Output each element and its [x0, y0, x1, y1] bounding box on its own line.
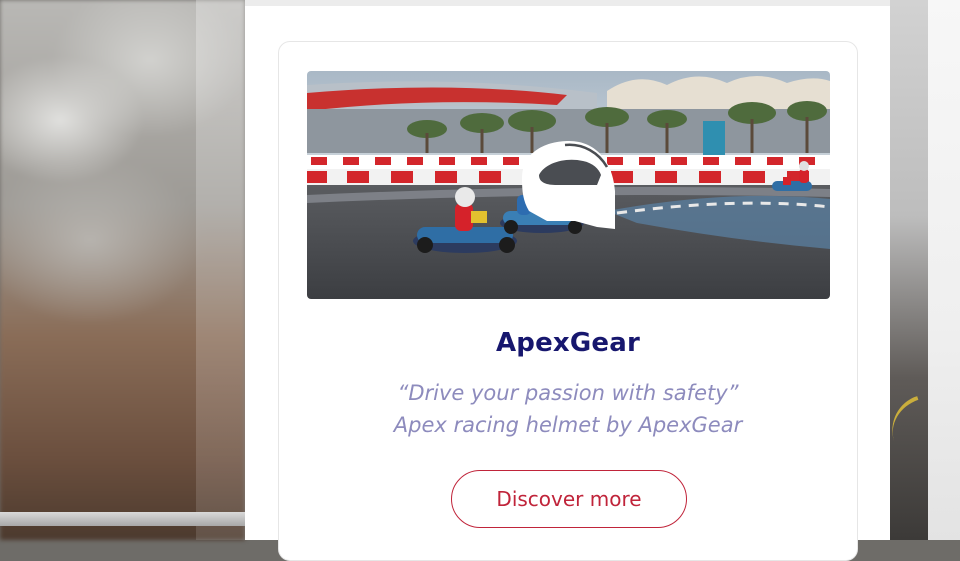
product-modal: ApexGear “Drive your passion with safety… — [245, 0, 890, 561]
product-card: ApexGear “Drive your passion with safety… — [278, 41, 858, 561]
background-left-carousel-edge — [196, 0, 245, 540]
background-right-carousel-edge — [928, 0, 960, 540]
product-brand-title: ApexGear — [495, 328, 641, 358]
discover-more-button[interactable]: Discover more — [451, 470, 687, 528]
product-tagline: “Drive your passion with safety” — [397, 381, 739, 405]
product-subtitle: Apex racing helmet by ApexGear — [393, 413, 743, 437]
product-hero-image — [307, 71, 830, 299]
background-guardrail — [0, 512, 245, 526]
